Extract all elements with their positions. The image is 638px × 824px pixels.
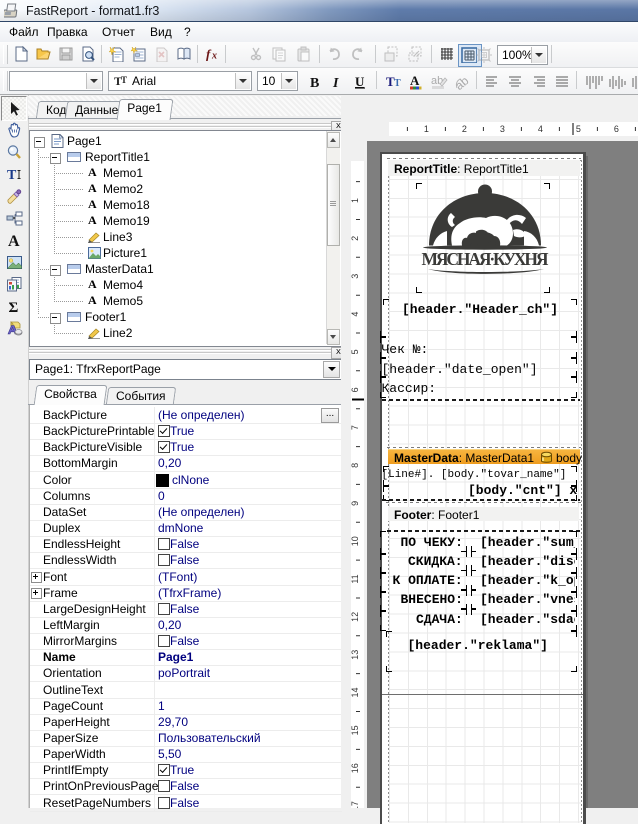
svg-text:B: B [310,76,319,90]
svg-text:5: 5 [351,349,360,354]
svg-text:1: 1 [424,124,429,134]
svg-text:13: 13 [351,650,360,660]
svg-text:ab: ab [453,74,472,91]
svg-text:6: 6 [614,124,619,134]
svg-text:16: 16 [351,763,360,773]
svg-text:2: 2 [351,236,360,241]
svg-text:11: 11 [351,574,360,583]
svg-text:A: A [8,233,20,249]
svg-text:5: 5 [576,124,581,134]
svg-text:T: T [121,75,127,85]
svg-text:4: 4 [351,312,360,317]
svg-text:4: 4 [538,124,543,134]
svg-text:x: x [211,51,217,62]
svg-text:2: 2 [462,124,467,134]
svg-text:МЯСНАЯ·КУХНЯ: МЯСНАЯ·КУХНЯ [422,249,549,269]
svg-text:A: A [410,74,420,88]
svg-text:6: 6 [351,387,360,392]
svg-text:3: 3 [500,124,505,134]
svg-text:I: I [332,76,339,90]
svg-text:9: 9 [351,501,360,506]
svg-text:14: 14 [351,687,360,697]
svg-text:17: 17 [351,801,360,808]
svg-text:12: 12 [351,612,360,622]
svg-text:15: 15 [351,725,360,735]
svg-text:1: 1 [351,198,360,203]
svg-text:Σ: Σ [9,300,19,315]
svg-text:7: 7 [351,425,360,430]
svg-text:3: 3 [351,274,360,279]
svg-text:T: T [394,78,401,89]
svg-text:T: T [7,168,17,183]
svg-text:U: U [355,74,365,89]
svg-text:8: 8 [351,463,360,468]
svg-text:10: 10 [351,536,360,546]
